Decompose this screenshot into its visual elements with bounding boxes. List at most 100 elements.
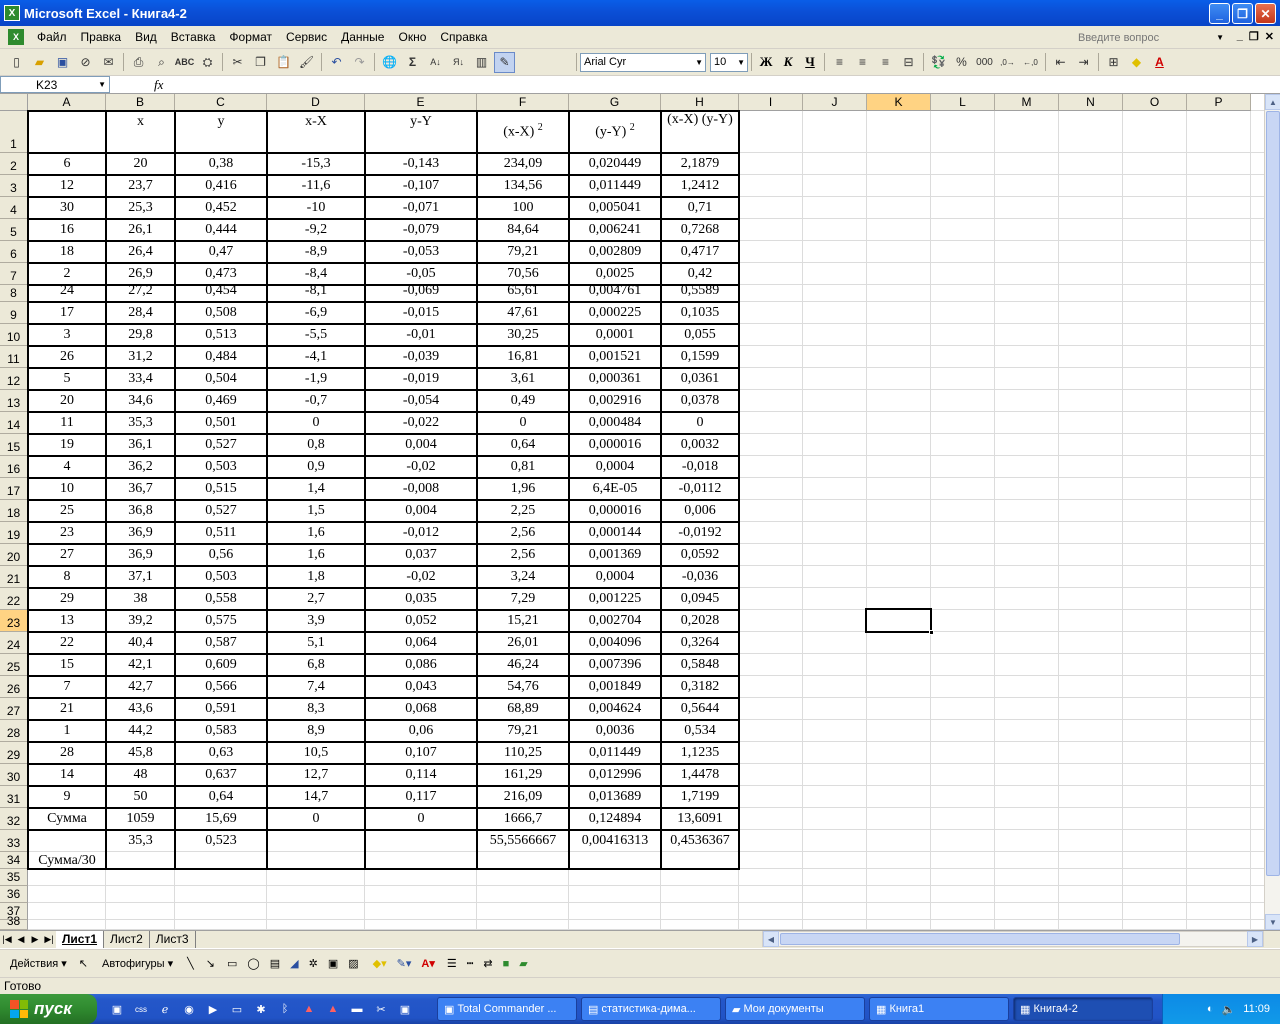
tab-sheet1[interactable]: Лист1 bbox=[56, 931, 105, 948]
excel-app-icon[interactable]: X bbox=[4, 5, 20, 21]
row-header[interactable]: 8 bbox=[0, 285, 28, 302]
menu-tools[interactable]: Сервис bbox=[279, 30, 334, 44]
rectangle-icon[interactable]: ▭ bbox=[227, 957, 237, 970]
table-cell[interactable]: 0,4717 bbox=[661, 241, 739, 263]
table-cell[interactable]: -15,3 bbox=[267, 153, 365, 175]
table-cell[interactable]: 100 bbox=[477, 197, 569, 219]
3d-icon[interactable]: ▰ bbox=[519, 957, 527, 970]
table-cell[interactable]: 0,42 bbox=[661, 263, 739, 285]
table-cell[interactable]: 0,473 bbox=[175, 263, 267, 285]
sum-cell[interactable]: 0 bbox=[267, 808, 365, 830]
disk-icon[interactable]: ▣ bbox=[394, 998, 416, 1020]
table-cell[interactable]: 0,117 bbox=[365, 786, 477, 808]
percent-button[interactable]: % bbox=[951, 52, 972, 73]
table-cell[interactable]: 15 bbox=[28, 654, 106, 676]
table-cell[interactable]: 0,469 bbox=[175, 390, 267, 412]
table-cell[interactable]: 0,001369 bbox=[569, 544, 661, 566]
table-cell[interactable]: 0,527 bbox=[175, 500, 267, 522]
column-header[interactable]: J bbox=[803, 94, 867, 111]
table-cell[interactable]: 0,000144 bbox=[569, 522, 661, 544]
row-header[interactable]: 38 bbox=[0, 914, 28, 930]
menu-window[interactable]: Окно bbox=[391, 30, 433, 44]
table-cell[interactable]: 2,1879 bbox=[661, 153, 739, 175]
table-cell[interactable]: -0,054 bbox=[365, 390, 477, 412]
row-header[interactable]: 35 bbox=[0, 869, 28, 886]
acrobat-icon[interactable]: ▲ bbox=[298, 998, 320, 1020]
table-cell[interactable]: 20 bbox=[28, 390, 106, 412]
row-header[interactable]: 31 bbox=[0, 786, 28, 808]
table-cell[interactable]: 0,416 bbox=[175, 175, 267, 197]
prev-sheet-icon[interactable]: ◀ bbox=[14, 934, 28, 945]
table-cell[interactable]: 16,81 bbox=[477, 346, 569, 368]
task-total-commander[interactable]: ▣ Total Commander ... bbox=[437, 997, 577, 1021]
table-cell[interactable]: 8,9 bbox=[267, 720, 365, 742]
merge-center-icon[interactable]: ⊟ bbox=[898, 52, 919, 73]
table-cell[interactable]: 36,8 bbox=[106, 500, 175, 522]
header-y-deviation-squared[interactable]: (y-Y) 2 bbox=[569, 111, 661, 153]
align-right-icon[interactable]: ≡ bbox=[875, 52, 896, 73]
table-cell[interactable]: 0,1035 bbox=[661, 302, 739, 324]
row-header[interactable]: 10 bbox=[0, 324, 28, 346]
scroll-up-icon[interactable]: ▲ bbox=[1265, 94, 1280, 110]
table-cell[interactable]: 28,4 bbox=[106, 302, 175, 324]
table-cell[interactable]: -6,9 bbox=[267, 302, 365, 324]
table-cell[interactable]: 0,515 bbox=[175, 478, 267, 500]
currency-icon[interactable]: 💱 bbox=[928, 52, 949, 73]
column-header[interactable]: L bbox=[931, 94, 995, 111]
line-color-icon[interactable]: ✎▾ bbox=[397, 957, 412, 970]
table-cell[interactable]: 0,38 bbox=[175, 153, 267, 175]
table-cell[interactable]: 0,9 bbox=[267, 456, 365, 478]
header-x[interactable]: x bbox=[106, 111, 175, 153]
table-cell[interactable]: 35,3 bbox=[106, 412, 175, 434]
table-cell[interactable]: 65,61 bbox=[477, 285, 569, 302]
row-header[interactable]: 9 bbox=[0, 302, 28, 324]
email-icon[interactable]: ✉ bbox=[98, 52, 119, 73]
table-cell[interactable]: 0,637 bbox=[175, 764, 267, 786]
row-header[interactable]: 13 bbox=[0, 390, 28, 412]
table-cell[interactable]: 0,71 bbox=[661, 197, 739, 219]
table-cell[interactable]: 0,000016 bbox=[569, 500, 661, 522]
sum-label[interactable]: Сумма bbox=[28, 808, 106, 830]
table-cell[interactable]: 134,56 bbox=[477, 175, 569, 197]
formula-input[interactable] bbox=[169, 77, 1280, 93]
table-cell[interactable]: 6,4E-05 bbox=[569, 478, 661, 500]
align-center-icon[interactable]: ≡ bbox=[852, 52, 873, 73]
table-cell[interactable]: 0,004 bbox=[365, 434, 477, 456]
table-cell[interactable]: 10 bbox=[28, 478, 106, 500]
table-cell[interactable]: 3 bbox=[28, 324, 106, 346]
table-cell[interactable]: 0,013689 bbox=[569, 786, 661, 808]
table-cell[interactable]: 0,452 bbox=[175, 197, 267, 219]
table-cell[interactable]: -0,0112 bbox=[661, 478, 739, 500]
table-cell[interactable]: 15,21 bbox=[477, 610, 569, 632]
table-cell[interactable]: 54,76 bbox=[477, 676, 569, 698]
doc-restore-button[interactable]: ❐ bbox=[1249, 30, 1259, 43]
table-cell[interactable]: -0,079 bbox=[365, 219, 477, 241]
table-cell[interactable]: 0,7268 bbox=[661, 219, 739, 241]
table-cell[interactable]: 0,086 bbox=[365, 654, 477, 676]
table-cell[interactable]: 3,9 bbox=[267, 610, 365, 632]
row-header[interactable]: 25 bbox=[0, 654, 28, 676]
dash-style-icon[interactable]: ┅ bbox=[467, 957, 474, 970]
italic-button[interactable]: К bbox=[777, 54, 799, 70]
table-cell[interactable]: 0,0945 bbox=[661, 588, 739, 610]
table-cell[interactable]: 0,3182 bbox=[661, 676, 739, 698]
row-header[interactable]: 2 bbox=[0, 153, 28, 175]
table-cell[interactable]: 44,2 bbox=[106, 720, 175, 742]
table-cell[interactable]: 0,006 bbox=[661, 500, 739, 522]
minimize-button[interactable]: _ bbox=[1209, 3, 1230, 24]
table-cell[interactable]: 0,1599 bbox=[661, 346, 739, 368]
cut-icon[interactable]: ✂ bbox=[227, 52, 248, 73]
tray-icon[interactable]: ◐ bbox=[1207, 1003, 1214, 1015]
row-header[interactable]: 12 bbox=[0, 368, 28, 390]
table-cell[interactable]: 21 bbox=[28, 698, 106, 720]
worksheet-grid[interactable]: A B C D E F G H I J K L M N O P 1 2 3 4 5 6 7 8 9 10 11 12 13 14 15 16 1… bbox=[0, 94, 1264, 930]
table-cell[interactable]: 0,001225 bbox=[569, 588, 661, 610]
table-cell[interactable]: 9 bbox=[28, 786, 106, 808]
table-cell[interactable]: 68,89 bbox=[477, 698, 569, 720]
increase-decimal-icon[interactable]: ,0→ bbox=[997, 52, 1018, 73]
table-cell[interactable]: 0,007396 bbox=[569, 654, 661, 676]
table-cell[interactable]: -4,1 bbox=[267, 346, 365, 368]
table-cell[interactable]: 0,444 bbox=[175, 219, 267, 241]
table-cell[interactable]: 19 bbox=[28, 434, 106, 456]
column-header[interactable]: G bbox=[569, 94, 661, 111]
